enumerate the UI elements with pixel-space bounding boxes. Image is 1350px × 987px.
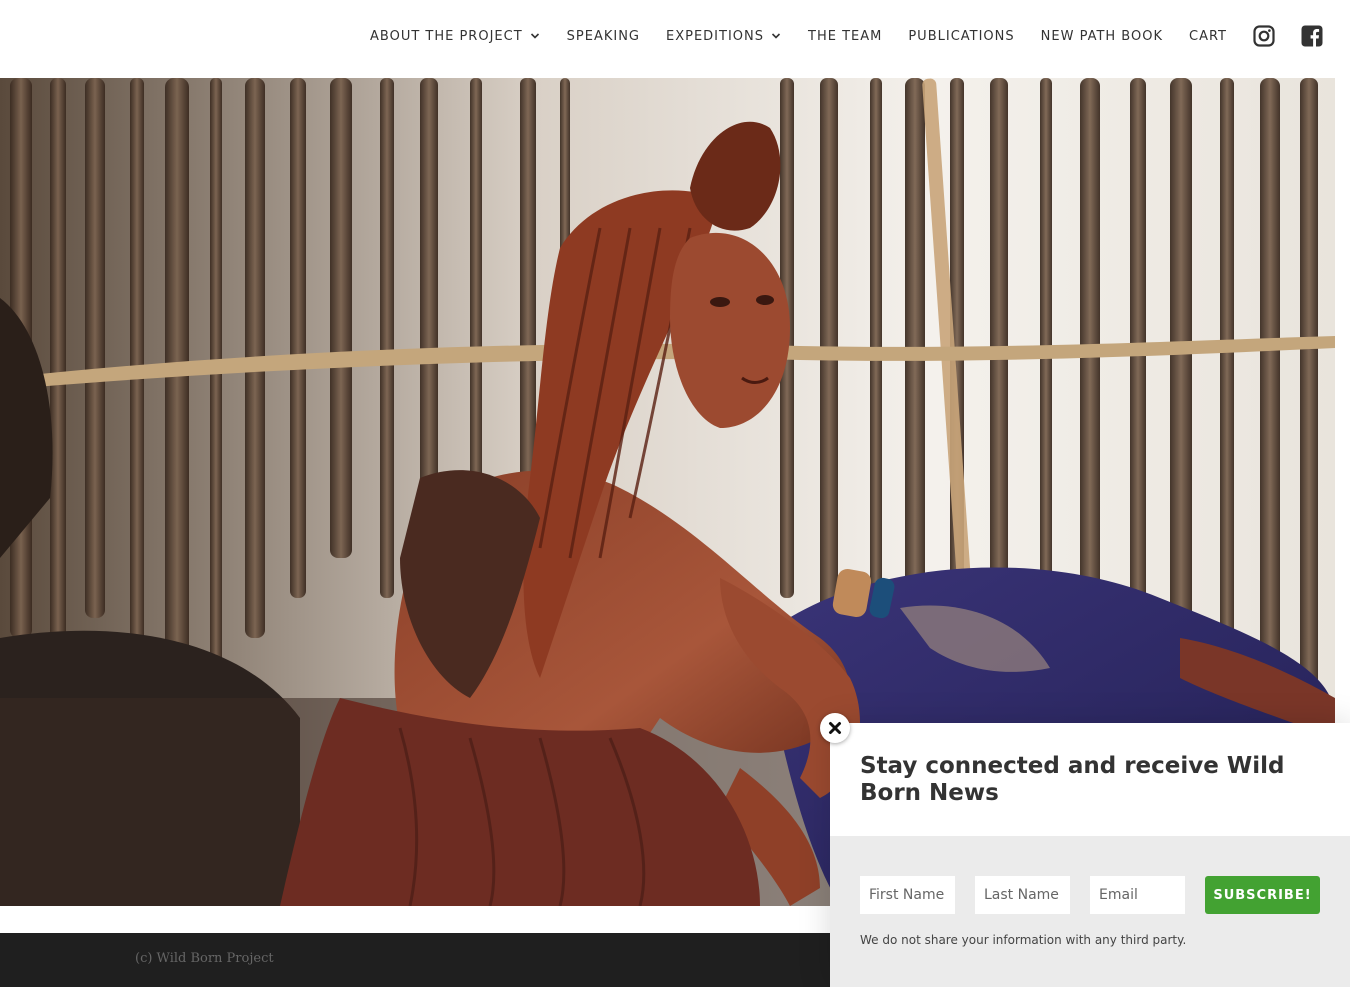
- nav-item-speaking[interactable]: SPEAKING: [567, 29, 640, 44]
- site-header: ABOUT THE PROJECT SPEAKING EXPEDITIONS T…: [0, 0, 1350, 78]
- footer-copyright: (c) Wild Born Project: [135, 951, 274, 966]
- chevron-down-icon: [529, 30, 541, 42]
- nav-item-cart[interactable]: CART: [1189, 29, 1227, 44]
- close-popup-button[interactable]: [820, 713, 850, 743]
- privacy-disclaimer: We do not share your information with an…: [860, 933, 1187, 947]
- nav-item-publications[interactable]: PUBLICATIONS: [908, 29, 1014, 44]
- nav-label: PUBLICATIONS: [908, 28, 1015, 44]
- nav-item-expeditions[interactable]: EXPEDITIONS: [666, 29, 782, 44]
- facebook-icon[interactable]: [1301, 25, 1323, 47]
- nav-label: NEW PATH BOOK: [1040, 28, 1163, 44]
- nav-label: THE TEAM: [808, 28, 883, 44]
- nav-item-about-the-project[interactable]: ABOUT THE PROJECT: [370, 29, 541, 44]
- newsletter-form: SUBSCRIBE! We do not share your informat…: [830, 836, 1350, 987]
- nav-label: ABOUT THE PROJECT: [370, 28, 523, 44]
- nav-label: SPEAKING: [566, 28, 640, 44]
- nav-item-new-path-book[interactable]: NEW PATH BOOK: [1041, 29, 1163, 44]
- main-nav: ABOUT THE PROJECT SPEAKING EXPEDITIONS T…: [370, 18, 1323, 54]
- nav-item-the-team[interactable]: THE TEAM: [808, 29, 882, 44]
- last-name-input[interactable]: [975, 876, 1070, 914]
- nav-label: CART: [1189, 28, 1227, 44]
- close-icon: [829, 722, 841, 734]
- instagram-icon[interactable]: [1253, 25, 1275, 47]
- email-input[interactable]: [1090, 876, 1185, 914]
- popup-title: Stay connected and receive Wild Born New…: [860, 753, 1285, 806]
- newsletter-popup: Stay connected and receive Wild Born New…: [830, 723, 1350, 987]
- subscribe-button[interactable]: SUBSCRIBE!: [1205, 876, 1320, 914]
- chevron-down-icon: [770, 30, 782, 42]
- first-name-input[interactable]: [860, 876, 955, 914]
- nav-label: EXPEDITIONS: [666, 28, 765, 44]
